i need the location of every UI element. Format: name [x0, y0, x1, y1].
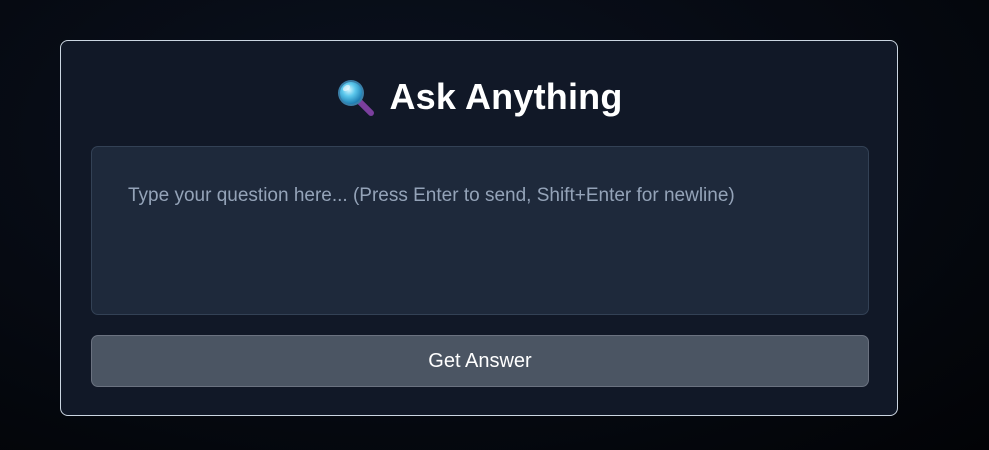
- question-input[interactable]: [91, 146, 869, 315]
- ask-card: Ask Anything Get Answer: [60, 40, 898, 416]
- title-row: Ask Anything: [61, 75, 897, 119]
- page-title: Ask Anything: [389, 76, 623, 117]
- magnifying-glass-icon: [335, 77, 375, 117]
- get-answer-button[interactable]: Get Answer: [91, 335, 869, 387]
